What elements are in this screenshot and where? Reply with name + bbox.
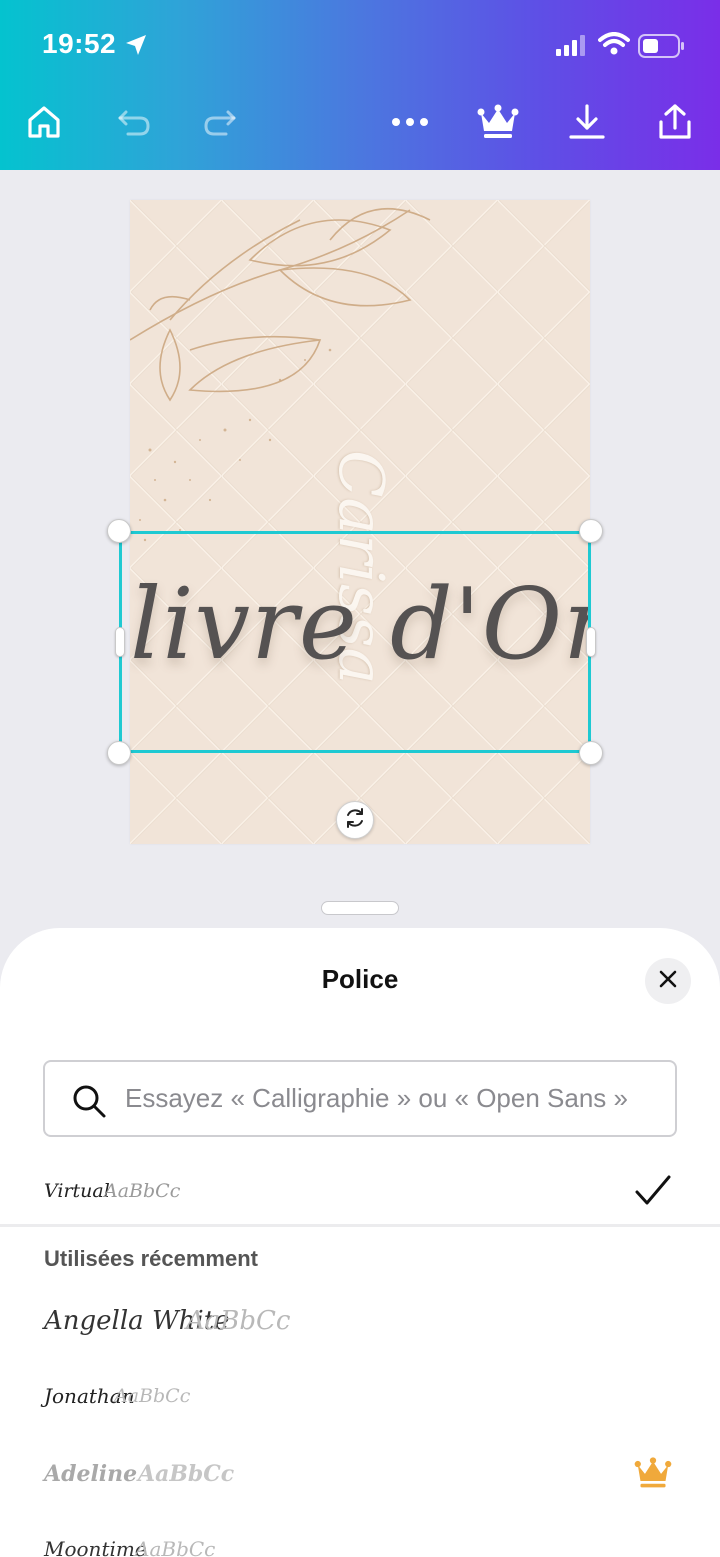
undo-icon (114, 102, 154, 147)
font-sample: AaBbCc (114, 1385, 191, 1407)
status-time: 19:52 (42, 28, 117, 59)
search-input[interactable] (125, 1062, 665, 1135)
font-item-current[interactable]: Virtual AaBbCc (0, 1156, 720, 1226)
home-icon (24, 102, 64, 147)
resize-handle-bottom-right[interactable] (579, 741, 603, 765)
selection-box (119, 531, 591, 753)
share-button[interactable] (653, 102, 697, 146)
download-icon (567, 102, 607, 147)
more-icon (390, 115, 430, 133)
font-search-field[interactable] (43, 1060, 677, 1137)
sheet-title: Police (321, 964, 399, 994)
undo-button[interactable] (112, 102, 156, 146)
battery-icon (638, 34, 686, 63)
font-item[interactable]: Moontime AaBbCc (0, 1514, 720, 1557)
download-button[interactable] (565, 102, 609, 146)
font-item[interactable]: Angella White AaBbCc (0, 1286, 720, 1356)
font-bottom-sheet: Police Virtual AaBbCc Utilisées récemmen… (0, 928, 720, 1557)
close-icon (658, 969, 678, 994)
rotate-icon (343, 806, 367, 835)
premium-crown-icon (634, 1456, 672, 1495)
font-name: Adeline (44, 1461, 138, 1487)
resize-handle-bottom-left[interactable] (107, 741, 131, 765)
font-item[interactable]: Jonathan AaBbCc (0, 1361, 720, 1431)
more-options-button[interactable] (388, 102, 432, 146)
font-sample: AaBbCc (186, 1306, 291, 1336)
divider (0, 1224, 720, 1227)
recent-fonts-heading: Utilisées récemment (44, 1246, 258, 1271)
font-name: Moontime (44, 1537, 147, 1557)
sheet-drag-handle[interactable] (321, 901, 399, 915)
redo-icon (200, 102, 240, 147)
resize-handle-top-right[interactable] (579, 519, 603, 543)
search-icon (71, 1083, 107, 1124)
share-icon (655, 102, 695, 147)
location-arrow-icon (124, 33, 148, 62)
font-item[interactable]: Adeline AaBbCc (0, 1439, 720, 1509)
checkmark-icon (634, 1174, 672, 1213)
crown-icon (477, 103, 519, 146)
wifi-icon (598, 32, 630, 61)
resize-handle-right[interactable] (586, 627, 596, 657)
premium-button[interactable] (476, 102, 520, 146)
cellular-signal-icon (556, 34, 588, 61)
font-sample: AaBbCc (104, 1180, 181, 1202)
resize-handle-top-left[interactable] (107, 519, 131, 543)
font-name: Virtual (44, 1180, 110, 1202)
home-button[interactable] (22, 102, 66, 146)
top-toolbar: 19:52 (0, 0, 720, 170)
font-sample: AaBbCc (135, 1537, 216, 1557)
rotate-button[interactable] (336, 801, 374, 839)
resize-handle-left[interactable] (115, 627, 125, 657)
font-sample: AaBbCc (138, 1461, 235, 1487)
redo-button[interactable] (198, 102, 242, 146)
close-button[interactable] (645, 958, 691, 1004)
